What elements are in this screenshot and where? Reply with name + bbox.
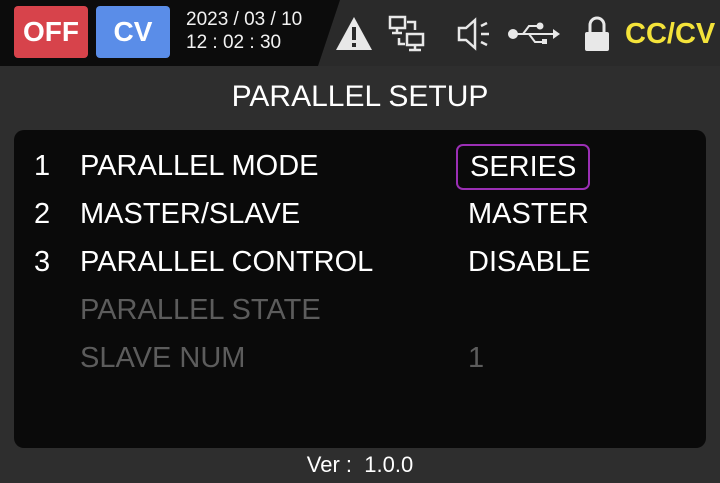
- parallel-mode-value[interactable]: SERIES: [456, 144, 591, 190]
- slave-num-value: 1: [468, 342, 485, 374]
- page-title: PARALLEL SETUP: [231, 80, 489, 113]
- parallel-control-value[interactable]: DISABLE: [468, 246, 591, 279]
- cc-cv-mode-indicator: CC/CV: [625, 18, 716, 50]
- row-label: PARALLEL STATE: [80, 294, 321, 326]
- version-text: Ver : 1.0.0: [306, 452, 414, 477]
- output-off-badge[interactable]: OFF: [14, 6, 88, 58]
- setting-row-parallel-mode[interactable]: 1 PARALLEL MODE SERIES: [14, 144, 706, 190]
- row-number: 1: [34, 150, 51, 182]
- time-text: 12 : 02 : 30: [186, 32, 282, 53]
- warning-icon: [334, 14, 374, 54]
- row-label: MASTER/SLAVE: [80, 198, 301, 230]
- remote-interface-icon: [387, 14, 427, 54]
- date-text: 2023 / 03 / 10: [186, 9, 303, 30]
- setting-row-parallel-state: PARALLEL STATE: [14, 288, 706, 334]
- setting-row-master-slave[interactable]: 2 MASTER/SLAVE MASTER: [14, 192, 706, 238]
- usb-icon: [507, 14, 561, 54]
- date-time: 2023 / 03 / 10 12 : 02 : 30: [186, 8, 302, 54]
- status-bar: OFF CV 2023 / 03 / 10 12 : 02 : 30 CC/CV: [0, 0, 720, 66]
- lock-icon: [582, 14, 612, 54]
- parallel-setup-screen: OFF CV 2023 / 03 / 10 12 : 02 : 30 CC/CV…: [0, 0, 720, 483]
- settings-panel: 1 PARALLEL MODE SERIES 2 MASTER/SLAVE MA…: [14, 130, 706, 448]
- speaker-icon: [455, 14, 495, 54]
- master-slave-value[interactable]: MASTER: [468, 198, 589, 231]
- setting-row-parallel-control[interactable]: 3 PARALLEL CONTROL DISABLE: [14, 240, 706, 286]
- cv-mode-badge[interactable]: CV: [96, 6, 170, 58]
- row-label: PARALLEL MODE: [80, 150, 319, 182]
- row-number: 2: [34, 198, 51, 230]
- row-label: SLAVE NUM: [80, 342, 246, 374]
- setting-row-slave-num: SLAVE NUM 1: [14, 336, 706, 382]
- row-label: PARALLEL CONTROL: [80, 246, 374, 278]
- row-number: 3: [34, 246, 51, 278]
